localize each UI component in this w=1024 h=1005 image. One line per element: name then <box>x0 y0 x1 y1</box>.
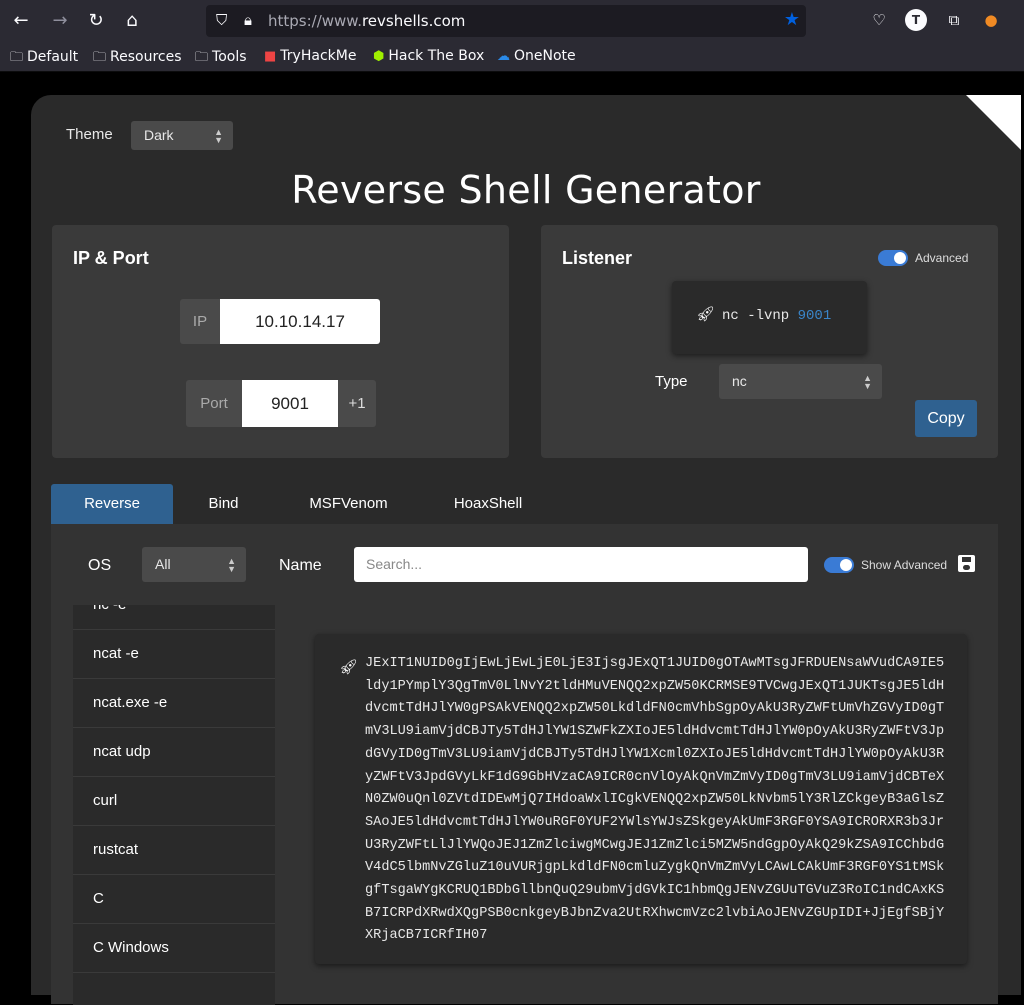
bookmark-resources[interactable]: 🗀 Resources <box>93 48 182 70</box>
os-select-value: All <box>155 556 171 572</box>
onenote-icon: ☁ <box>497 49 510 64</box>
ip-label: IP <box>180 299 220 344</box>
show-advanced-label: Show Advanced <box>861 558 948 572</box>
port-increment-button[interactable]: +1 <box>338 380 376 427</box>
tab-bind[interactable]: Bind <box>176 484 271 524</box>
show-advanced-toggle[interactable] <box>824 557 854 573</box>
address-bar[interactable]: ⛉ 🔒︎ https://www.revshells.com ★ <box>206 5 806 37</box>
listener-type-value: nc <box>732 373 747 389</box>
copy-button[interactable]: Copy <box>915 400 977 437</box>
bookmark-onenote[interactable]: ☁ OneNote <box>497 48 576 64</box>
save-icon[interactable] <box>958 555 975 572</box>
back-icon[interactable]: ← <box>8 8 34 34</box>
payload-output[interactable]: 🚀︎ JExIT1NUID0gIjEwLjEwLjE0LjE3IjsgJExQT… <box>315 634 967 964</box>
browser-toolbar: ← → ↻ ⌂ ⛉ 🔒︎ https://www.revshells.com ★… <box>0 0 1024 42</box>
hackthebox-icon: ⬢ <box>373 49 385 64</box>
theme-label: Theme <box>66 126 113 143</box>
listener-title: Listener <box>562 248 633 268</box>
rocket-icon: 🚀︎ <box>696 305 716 323</box>
os-select[interactable]: All ▲ ▼ <box>142 547 246 582</box>
list-item[interactable]: ncat -e <box>73 630 275 679</box>
toggle-knob <box>894 252 906 264</box>
url-text[interactable]: https://www.revshells.com <box>268 12 465 30</box>
port-input[interactable]: 9001 <box>242 380 338 427</box>
list-item[interactable]: ncat.exe -e <box>73 679 275 728</box>
advanced-label: Advanced <box>915 251 969 265</box>
home-icon[interactable]: ⌂ <box>119 8 145 34</box>
pocket-icon[interactable]: ♡ <box>868 9 890 31</box>
shell-list: nc -e ncat -e ncat.exe -e ncat udp curl … <box>73 605 275 1005</box>
payload-text: JExIT1NUID0gIjEwLjEwLjE0LjE3IjsgJExQT1JU… <box>365 656 945 944</box>
folder-icon: 🗀 <box>195 50 209 65</box>
tab-msfvenom[interactable]: MSFVenom <box>286 484 411 524</box>
folder-icon: 🗀 <box>10 50 24 65</box>
page-title: Reverse Shell Generator <box>291 168 761 212</box>
bookmark-tools[interactable]: 🗀 Tools <box>195 48 247 70</box>
shell-panel: OS All ▲ ▼ Name Search... Show Advanced n… <box>51 524 998 1005</box>
ip-port-title: IP & Port <box>73 248 149 268</box>
extension-icon[interactable]: ● <box>980 9 1002 31</box>
tryhackme-icon: ■ <box>264 49 277 64</box>
list-item[interactable]: C <box>73 875 275 924</box>
bookmark-star-icon[interactable]: ★ <box>784 9 800 30</box>
list-item[interactable]: curl <box>73 777 275 826</box>
account-avatar[interactable]: T <box>905 9 927 31</box>
list-item[interactable]: nc -e <box>73 605 275 630</box>
page: Theme Dark ▲ ▼ Reverse Shell Generator IP… <box>0 73 1024 1005</box>
listener-command: nc -lvnp 9001 <box>722 308 832 324</box>
tab-hoaxshell[interactable]: HoaxShell <box>429 484 547 524</box>
bookmark-tryhackme[interactable]: ■ TryHackMe <box>264 48 356 64</box>
forward-icon[interactable]: → <box>47 8 73 34</box>
bookmarks-bar: 🗀 Default 🗀 Resources 🗀 Tools ■ TryHackMe ⬢ H… <box>0 42 1024 72</box>
list-item[interactable]: ncat udp <box>73 728 275 777</box>
bookmark-hackthebox[interactable]: ⬢ Hack The Box <box>373 48 484 64</box>
type-label: Type <box>655 373 688 390</box>
search-input[interactable]: Search... <box>354 547 808 582</box>
select-arrow-icon: ▲ ▼ <box>863 372 872 391</box>
theme-select-value: Dark <box>144 127 174 143</box>
ip-input[interactable]: 10.10.14.17 <box>220 299 380 344</box>
select-arrow-icon: ▲ ▼ <box>214 126 223 145</box>
name-label: Name <box>279 557 322 574</box>
rocket-icon: 🚀︎ <box>339 658 359 676</box>
port-label: Port <box>186 380 242 427</box>
folder-icon: 🗀 <box>93 50 107 65</box>
generator-card: Theme Dark ▲ ▼ Reverse Shell Generator IP… <box>31 95 1021 1005</box>
toggle-knob <box>840 559 852 571</box>
ip-port-panel: IP & Port IP 10.10.14.17 Port 9001 +1 <box>52 225 509 458</box>
bookmark-default[interactable]: 🗀 Default <box>10 48 78 70</box>
lock-icon[interactable]: 🔒︎ <box>244 11 252 29</box>
extensions-icon[interactable]: ⧉ <box>943 9 965 31</box>
reload-icon[interactable]: ↻ <box>83 8 109 34</box>
listener-command-box[interactable]: 🚀︎ nc -lvnp 9001 <box>672 281 867 354</box>
tab-reverse[interactable]: Reverse <box>51 484 173 524</box>
shield-icon[interactable]: ⛉ <box>216 11 227 29</box>
list-item[interactable]: C Windows <box>73 924 275 973</box>
list-item[interactable]: rustcat <box>73 826 275 875</box>
listener-type-select[interactable]: nc ▲ ▼ <box>719 364 882 399</box>
select-arrow-icon: ▲ ▼ <box>227 555 236 574</box>
github-corner[interactable] <box>966 95 1021 150</box>
listener-panel: Listener Advanced 🚀︎ nc -lvnp 9001 Type … <box>541 225 998 458</box>
advanced-toggle[interactable] <box>878 250 908 266</box>
theme-select[interactable]: Dark ▲ ▼ <box>131 121 233 150</box>
os-label: OS <box>88 557 112 574</box>
